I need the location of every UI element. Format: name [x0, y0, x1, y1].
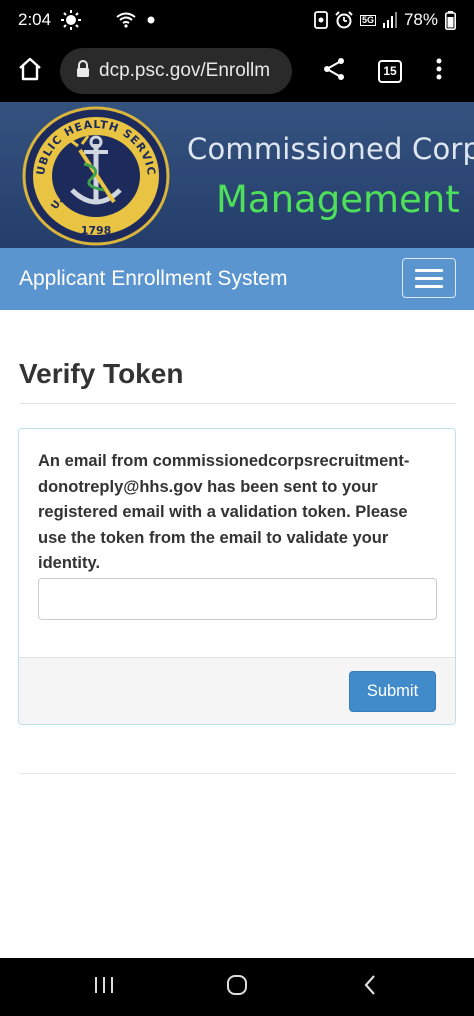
recent-apps-icon	[93, 975, 115, 1000]
banner-title-line2: Management I	[216, 178, 474, 221]
browser-toolbar: dcp.psc.gov/Enrollm 15	[0, 40, 474, 102]
token-input[interactable]	[38, 578, 437, 620]
submit-button[interactable]: Submit	[349, 671, 436, 712]
alarm-icon	[335, 11, 353, 29]
browser-menu-button[interactable]	[404, 40, 474, 102]
hamburger-icon-bar	[415, 276, 443, 280]
phs-seal-logo: PUBLIC HEALTH SERVICE U.S. 1798	[17, 102, 170, 246]
battery-percent: 78%	[403, 10, 438, 29]
status-time: 2:04	[18, 10, 52, 29]
home-nav-button[interactable]	[217, 972, 257, 1002]
page-title: Verify Token	[19, 358, 184, 389]
banner-title-line1: Commissioned Corps	[187, 132, 474, 166]
notification-dot-icon	[147, 16, 155, 24]
network-5g-icon: 5G	[359, 14, 376, 26]
nav-menu-toggle-button[interactable]	[402, 258, 456, 298]
network-type-label: 5G	[359, 14, 376, 26]
recent-apps-button[interactable]	[84, 972, 124, 1002]
system-navigation-bar	[0, 958, 474, 1016]
hamburger-icon-bar	[415, 284, 443, 288]
tab-count: 15	[383, 64, 397, 78]
panel-footer: Submit	[19, 657, 455, 724]
lock-icon	[76, 59, 90, 83]
status-bar: 2:04 5G 78%	[0, 0, 474, 40]
site-banner: PUBLIC HEALTH SERVICE U.S. 1798 Commissi…	[0, 102, 474, 248]
home-circle-icon	[226, 974, 248, 1001]
more-vertical-icon	[436, 58, 442, 85]
weather-sun-icon	[61, 10, 82, 30]
share-button[interactable]	[292, 40, 376, 102]
seal-year-text: 1798	[81, 224, 112, 237]
home-button[interactable]	[0, 40, 60, 102]
share-icon	[322, 57, 346, 86]
wifi-calling-icon	[115, 11, 137, 29]
navbar-brand[interactable]: Applicant Enrollment System	[19, 267, 287, 291]
navbar: Applicant Enrollment System	[0, 248, 474, 310]
instruction-message: An email from commissionedcorpsrecruitme…	[38, 452, 410, 572]
home-icon	[17, 56, 43, 87]
signal-icon	[382, 12, 397, 28]
back-chevron-icon	[363, 974, 377, 1001]
battery-icon	[445, 10, 456, 30]
footer-divider	[19, 773, 456, 774]
tabs-count-icon: 15	[378, 59, 402, 83]
url-bar[interactable]: dcp.psc.gov/Enrollm	[60, 48, 292, 94]
hamburger-icon-bar	[415, 268, 443, 272]
back-nav-button[interactable]	[350, 972, 390, 1002]
title-divider	[19, 403, 456, 404]
verify-token-panel: An email from commissionedcorpsrecruitme…	[18, 428, 456, 725]
nfc-icon	[314, 11, 328, 29]
tab-switcher-button[interactable]: 15	[376, 40, 404, 102]
url-text: dcp.psc.gov/Enrollm	[99, 60, 271, 81]
